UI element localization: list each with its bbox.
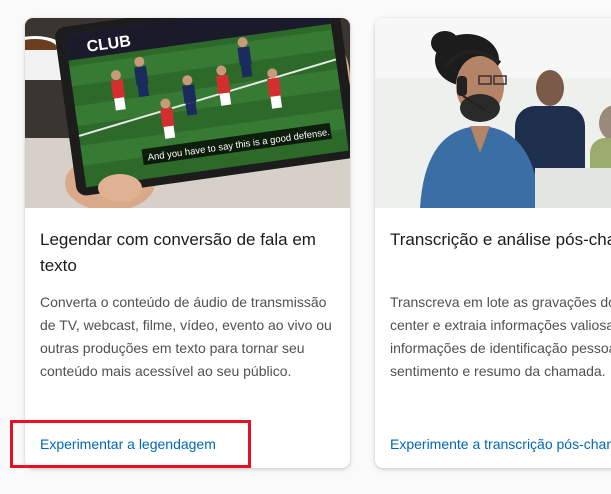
try-post-call-transcription-link[interactable]: Experimente a transcrição pós-chamada xyxy=(390,434,611,454)
captioning-card-description: Converta o conteúdo de áudio de transmis… xyxy=(40,294,332,379)
captioning-card: CLUB And you have to say this is a good … xyxy=(25,18,350,468)
call-center-illustration xyxy=(375,18,611,208)
captioning-card-title: Legendar com conversão de fala em texto xyxy=(40,230,316,275)
post-call-card-image xyxy=(375,18,611,208)
post-call-description-line: sentimento e resumo da chamada. xyxy=(390,363,606,379)
post-call-description-line: center e extraia informações valiosas, c… xyxy=(390,317,611,333)
highlight-annotation-box xyxy=(10,420,251,468)
post-call-description-line: Transcreva em lote as gravações do call xyxy=(390,294,611,310)
post-call-transcription-card: Transcrição e análise pós-chamada Transc… xyxy=(375,18,611,468)
post-call-description-line: informações de identificação pessoal, xyxy=(390,340,611,356)
post-call-card-title: Transcrição e análise pós-chamada xyxy=(390,230,611,249)
captioning-card-image: CLUB And you have to say this is a good … xyxy=(25,18,350,208)
tablet-soccer-illustration: CLUB And you have to say this is a good … xyxy=(25,18,350,208)
post-call-card-description: Transcreva em lote as gravações do call … xyxy=(390,291,611,383)
